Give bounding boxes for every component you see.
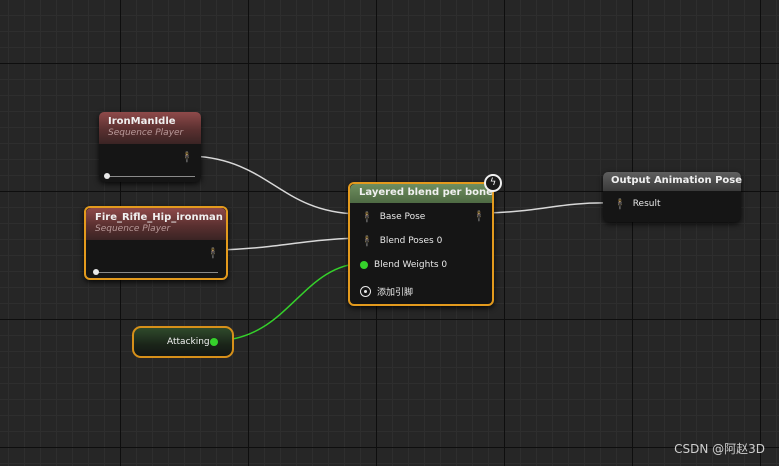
pose-output-pin-icon[interactable]: 🕴 bbox=[472, 211, 486, 222]
playback-slider-track[interactable] bbox=[107, 176, 195, 177]
add-pin-icon[interactable] bbox=[360, 285, 371, 297]
wire-fire-to-blend-poses[interactable] bbox=[219, 237, 358, 251]
add-pin-label: 添加引脚 bbox=[377, 287, 414, 298]
node-title: Fire_Rifle_Hip_ironman bbox=[95, 212, 223, 223]
pose-input-pin-icon[interactable]: 🕴 bbox=[360, 212, 374, 223]
blend-poses-label: Blend Poses 0 bbox=[379, 236, 443, 246]
pose-input-pin-icon[interactable]: 🕴 bbox=[613, 199, 627, 210]
base-pose-pin[interactable]: 🕴 Base Pose bbox=[360, 210, 425, 224]
node-subtitle: Sequence Player bbox=[108, 128, 184, 138]
result-label: Result bbox=[632, 199, 661, 209]
output-animation-pose-node[interactable]: Output Animation Pose 🕴 Result bbox=[603, 172, 743, 222]
playback-slider-knob[interactable] bbox=[93, 269, 99, 275]
pose-input-pin-icon[interactable]: 🕴 bbox=[360, 236, 374, 247]
float-output-pin-icon[interactable] bbox=[210, 338, 218, 346]
base-pose-label: Base Pose bbox=[379, 212, 426, 222]
node-title: Output Animation Pose bbox=[611, 175, 743, 186]
blend-weights-label: Blend Weights 0 bbox=[374, 260, 448, 270]
playback-slider-knob[interactable] bbox=[104, 173, 110, 179]
node-title: Layered blend per bone bbox=[359, 187, 493, 198]
fire-rifle-hip-node[interactable]: Fire_Rifle_Hip_ironman Sequence Player 🕴 bbox=[84, 206, 228, 280]
node-subtitle: Sequence Player bbox=[95, 224, 171, 234]
node-header: Fire_Rifle_Hip_ironman Sequence Player bbox=[86, 208, 226, 240]
blend-poses-pin[interactable]: 🕴 Blend Poses 0 bbox=[360, 234, 442, 248]
node-header: IronManIdle Sequence Player bbox=[99, 112, 201, 144]
layered-blend-per-bone-node[interactable]: Layered blend per bone 🕴 Base Pose 🕴 🕴 B… bbox=[348, 182, 494, 306]
node-title: IronManIdle bbox=[108, 116, 176, 127]
attacking-variable-node[interactable]: Attacking bbox=[132, 326, 234, 358]
add-pin-button[interactable]: 添加引脚 bbox=[360, 284, 413, 298]
playback-slider-track[interactable] bbox=[96, 272, 218, 273]
float-input-pin-icon[interactable] bbox=[360, 261, 368, 269]
node-header: Output Animation Pose bbox=[603, 172, 743, 191]
pose-output-pin-icon[interactable]: 🕴 bbox=[180, 152, 194, 163]
fast-path-lightning-icon: ϟ bbox=[484, 174, 502, 192]
result-pin[interactable]: 🕴 Result bbox=[613, 197, 661, 211]
watermark: CSDN @阿赵3D bbox=[674, 442, 765, 456]
blend-weights-pin[interactable]: Blend Weights 0 bbox=[360, 258, 447, 272]
node-header: Layered blend per bone bbox=[350, 184, 493, 203]
wire-blend-to-output[interactable] bbox=[484, 202, 611, 214]
wire-attacking-to-blend-weights[interactable] bbox=[213, 262, 366, 342]
pose-output-pin-icon[interactable]: 🕴 bbox=[206, 248, 220, 259]
iron-man-idle-node[interactable]: IronManIdle Sequence Player 🕴 bbox=[99, 112, 201, 182]
variable-name: Attacking bbox=[167, 337, 210, 347]
